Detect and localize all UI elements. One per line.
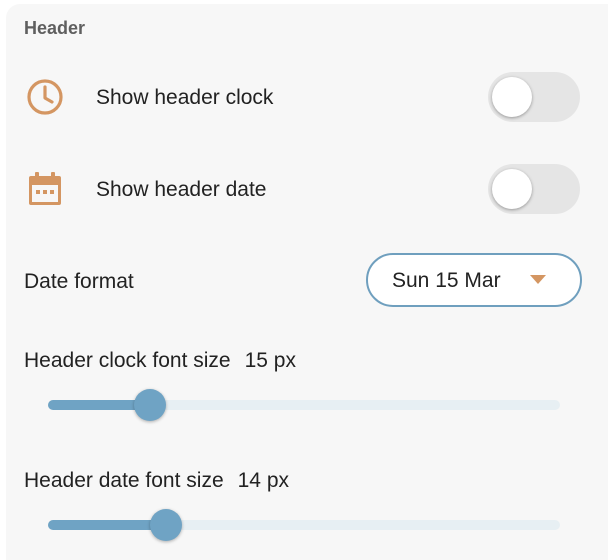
calendar-icon xyxy=(24,168,66,210)
show-header-clock-label: Show header clock xyxy=(96,86,274,109)
date-format-label: Date format xyxy=(24,270,134,293)
show-header-clock-toggle[interactable] xyxy=(488,72,580,122)
date-font-size-title: Header date font size xyxy=(24,469,224,492)
clock-font-size-label: Header clock font size 15 px xyxy=(24,349,296,373)
clock-font-size-value: 15 px xyxy=(244,349,296,372)
slider-fill xyxy=(48,520,166,530)
toggle-knob xyxy=(492,169,532,209)
date-format-select[interactable]: Sun 15 Mar xyxy=(366,253,582,307)
clock-font-size-title: Header clock font size xyxy=(24,349,231,372)
header-settings-panel: Header Show header clock Show header dat… xyxy=(6,4,608,560)
slider-thumb[interactable] xyxy=(150,509,182,541)
show-header-date-label: Show header date xyxy=(96,178,267,201)
chevron-down-icon xyxy=(530,275,546,284)
date-format-value: Sun 15 Mar xyxy=(392,269,501,292)
date-font-size-slider[interactable] xyxy=(48,505,560,545)
slider-thumb[interactable] xyxy=(134,389,166,421)
date-font-size-label: Header date font size 14 px xyxy=(24,469,289,493)
toggle-knob xyxy=(492,77,532,117)
clock-icon xyxy=(24,76,66,118)
clock-font-size-slider[interactable] xyxy=(48,385,560,425)
show-header-date-toggle[interactable] xyxy=(488,164,580,214)
date-font-size-value: 14 px xyxy=(237,469,289,492)
section-title: Header xyxy=(24,18,86,38)
